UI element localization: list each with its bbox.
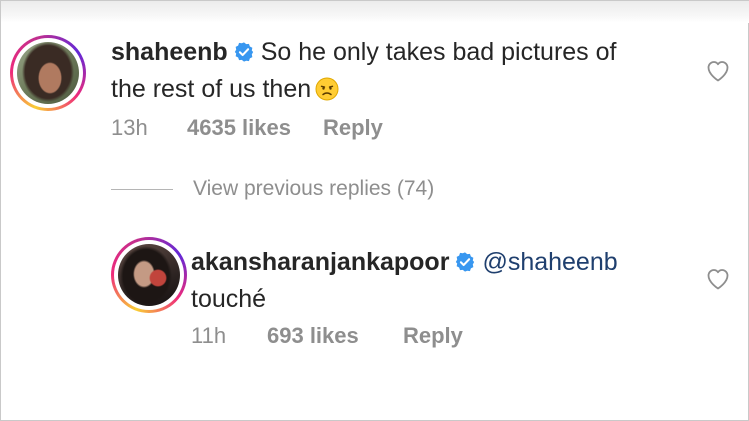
reply-body: akansharanjankapoor @shaheenb touché [191, 244, 691, 318]
heart-icon[interactable] [706, 60, 730, 82]
likes-count[interactable]: 693 likes [267, 323, 403, 349]
reply-button[interactable]: Reply [403, 323, 463, 349]
comment-meta: 13h 4635 likes Reply [111, 115, 383, 141]
avatar[interactable] [111, 237, 187, 313]
comment-body: shaheenb So he only takes bad pictures o… [111, 34, 691, 108]
likes-count[interactable]: 4635 likes [187, 115, 323, 141]
view-previous-replies[interactable]: View previous replies (74) [111, 177, 434, 201]
timestamp: 13h [111, 115, 148, 140]
username[interactable]: akansharanjankapoor [191, 248, 449, 276]
avatar[interactable] [10, 35, 86, 111]
comment-text: touché [191, 285, 267, 313]
username[interactable]: shaheenb [111, 38, 228, 66]
top-edge-strip [1, 1, 749, 23]
heart-icon[interactable] [706, 268, 730, 290]
comment-meta: 11h 693 likes Reply [191, 323, 463, 349]
verified-badge-icon [456, 252, 475, 272]
view-previous-replies-label[interactable]: View previous replies (74) [193, 177, 434, 201]
mention-link[interactable]: @shaheenb [482, 248, 617, 276]
comment-text-line2: the rest of us then [111, 75, 312, 103]
avatar-photo [17, 42, 79, 104]
comments-panel: shaheenb So he only takes bad pictures o… [0, 0, 749, 421]
timestamp: 11h [191, 323, 227, 348]
comment-text-line1: So he only takes bad pictures of [260, 38, 617, 66]
divider [111, 188, 173, 190]
avatar-photo [118, 244, 180, 306]
disappointed-face-icon [315, 77, 339, 101]
verified-badge-icon [234, 42, 253, 62]
reply-button[interactable]: Reply [323, 115, 383, 141]
